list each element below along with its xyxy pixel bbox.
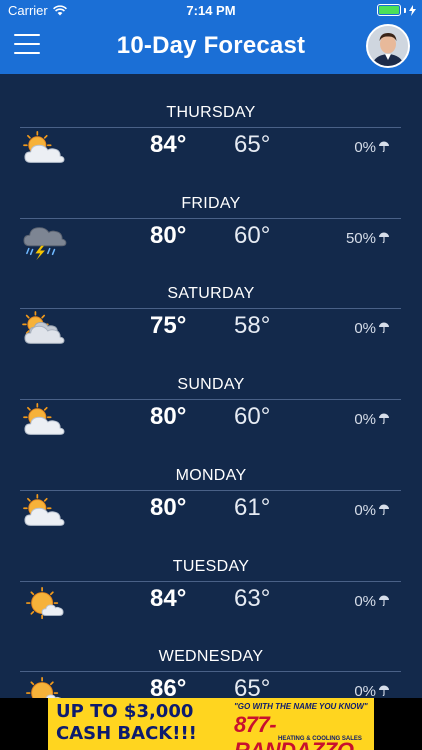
- precip-value: 0%: [354, 683, 376, 698]
- umbrella-icon: [378, 139, 390, 156]
- precip-chance: 0%: [354, 593, 390, 610]
- umbrella-icon: [378, 320, 390, 337]
- precip-chance: 0%: [354, 502, 390, 519]
- status-bar: Carrier 7:14 PM: [0, 0, 422, 22]
- high-temp: 80°: [150, 221, 187, 249]
- forecast-day-row: WEDNESDAY 86° 65° 0%: [0, 618, 422, 698]
- low-temp: 60°: [234, 403, 271, 431]
- low-temp: 60°: [234, 221, 271, 249]
- page-title: 10-Day Forecast: [116, 32, 306, 59]
- day-name: THURSDAY: [166, 104, 256, 121]
- umbrella-icon: [378, 502, 390, 519]
- battery-group: [377, 4, 416, 16]
- day-name: WEDNESDAY: [158, 648, 264, 666]
- divider: [20, 308, 401, 310]
- forecast-day-row: TUESDAY 84° 63° 0%: [0, 528, 422, 619]
- divider: [20, 127, 401, 128]
- precip-value: 0%: [354, 592, 376, 610]
- precip-chance: 50%: [346, 230, 390, 247]
- umbrella-icon: [378, 411, 390, 428]
- ad-slogan: "GO WITH THE NAME YOU KNOW": [234, 702, 368, 711]
- high-temp: 84°: [150, 584, 187, 612]
- divider: [20, 671, 401, 673]
- battery-icon: [377, 4, 401, 16]
- low-temp: 63°: [234, 584, 271, 612]
- precip-value: 0%: [354, 139, 376, 156]
- high-temp: 80°: [150, 403, 187, 431]
- ad-banner[interactable]: UP TO $3,000 CASH BACK!!! "GO WITH THE N…: [48, 698, 374, 750]
- charging-bolt-icon: [409, 4, 416, 16]
- low-temp: 58°: [234, 312, 271, 340]
- umbrella-icon: [378, 230, 390, 247]
- ad-banner-container: UP TO $3,000 CASH BACK!!! "GO WITH THE N…: [0, 698, 422, 750]
- forecast-day-row: SUNDAY 80° 60° 0%: [0, 346, 422, 437]
- forecast-day-row: MONDAY 80° 61° 0%: [0, 437, 422, 528]
- day-name: SATURDAY: [167, 285, 255, 303]
- divider: [20, 399, 401, 401]
- forecast-day-row: FRIDAY 80° 60° 50%: [0, 165, 422, 260]
- user-avatar[interactable]: [366, 24, 410, 68]
- forecast-list: THURSDAY 84° 65° 0% FRIDAY 80° 60° 50% SATURDAY 7…: [0, 74, 422, 698]
- precip-chance: 0%: [354, 411, 390, 428]
- high-temp: 75°: [150, 312, 187, 340]
- high-temp: 80°: [150, 493, 187, 521]
- low-temp: 65°: [234, 131, 271, 158]
- precip-value: 0%: [354, 411, 376, 429]
- day-name: SUNDAY: [177, 376, 245, 394]
- precip-chance: 0%: [354, 139, 390, 156]
- divider: [20, 580, 401, 582]
- day-name: TUESDAY: [172, 557, 250, 575]
- precip-value: 0%: [354, 320, 376, 338]
- day-name: MONDAY: [175, 466, 247, 484]
- ad-headline: UP TO $3,000 CASH BACK!!!: [56, 701, 224, 745]
- high-temp: 86°: [150, 675, 187, 698]
- umbrella-icon: [378, 683, 390, 698]
- forecast-day-row: SATURDAY 75° 58° 0%: [0, 255, 422, 346]
- ad-line-1: UP TO $3,000: [56, 701, 194, 722]
- forecast-day-row: THURSDAY 84° 65° 0%: [0, 74, 422, 165]
- ad-brand: 877-RANDAZZO: [234, 712, 354, 750]
- high-temp: 84°: [150, 131, 187, 158]
- umbrella-icon: [378, 593, 390, 610]
- day-name: FRIDAY: [181, 194, 241, 212]
- divider: [20, 489, 401, 491]
- precip-value: 0%: [354, 501, 376, 519]
- nav-bar: 10-Day Forecast: [0, 22, 422, 74]
- low-temp: 65°: [234, 675, 271, 698]
- precip-value: 50%: [345, 229, 376, 247]
- ad-line-2: CASH BACK!!!: [56, 723, 197, 744]
- precip-chance: 0%: [354, 683, 390, 698]
- ad-subtitle: HEATING & COOLING SALES: [278, 736, 362, 742]
- low-temp: 61°: [234, 493, 271, 521]
- divider: [20, 217, 401, 219]
- mostly-sunny-icon: [25, 677, 61, 698]
- status-time: 7:14 PM: [186, 3, 236, 18]
- precip-chance: 0%: [354, 320, 390, 337]
